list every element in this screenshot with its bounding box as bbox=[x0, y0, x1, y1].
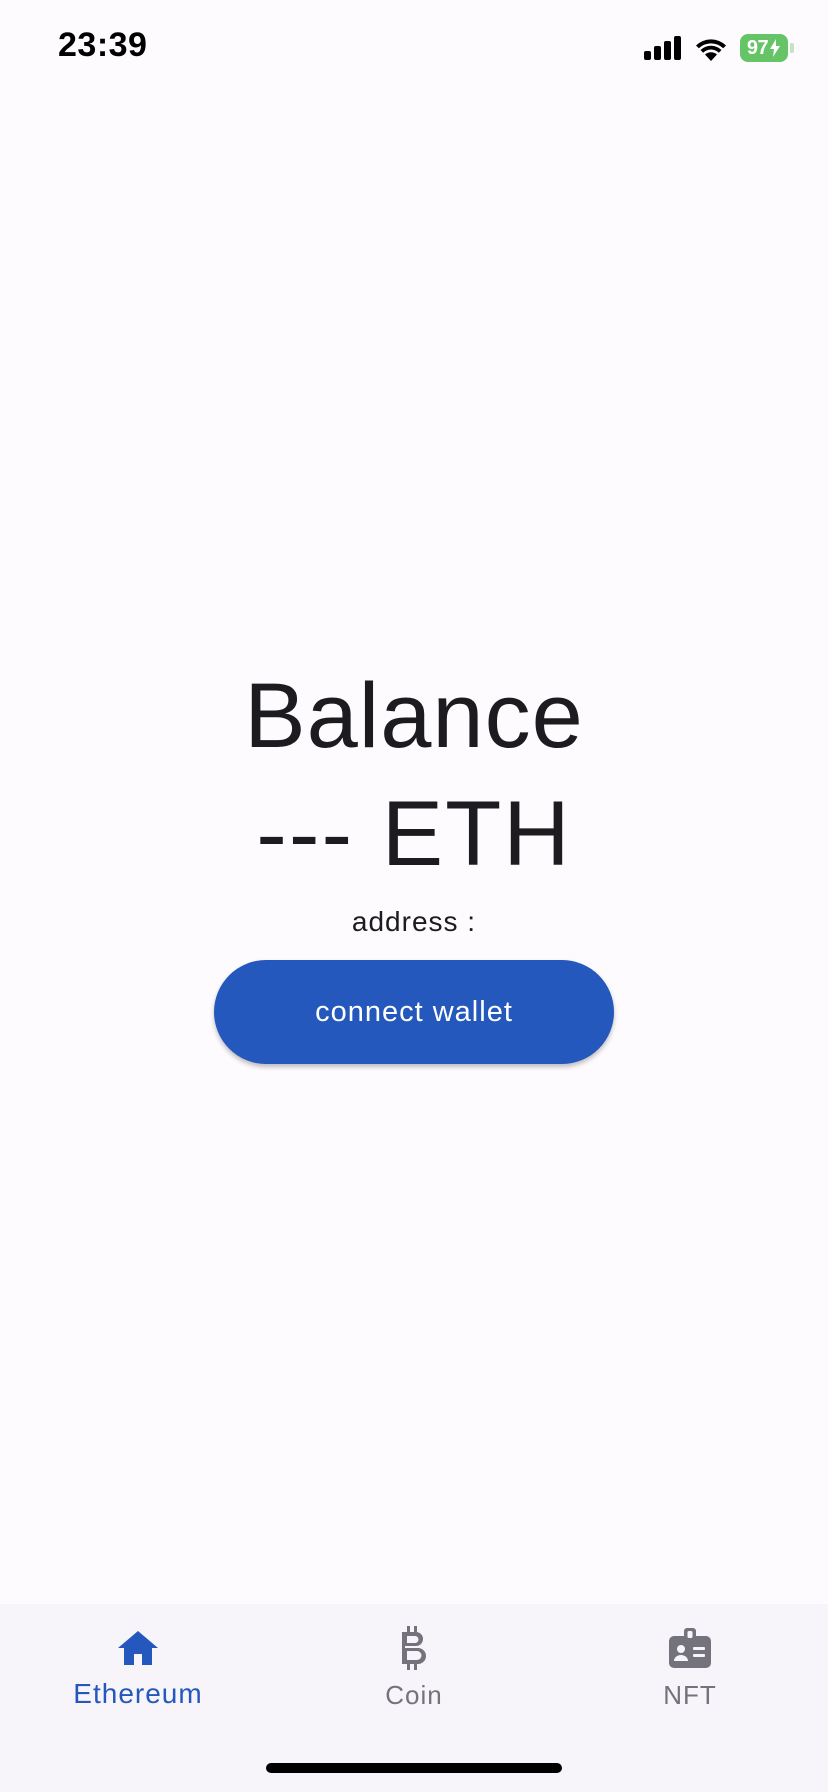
connect-wallet-button[interactable]: connect wallet bbox=[214, 960, 614, 1064]
balance-value: --- ETH bbox=[256, 783, 572, 885]
battery-cap bbox=[790, 43, 794, 53]
address-label: address : bbox=[351, 906, 477, 937]
nav-label-coin: Coin bbox=[385, 1680, 443, 1710]
home-indicator[interactable] bbox=[266, 1763, 562, 1773]
home-icon bbox=[114, 1624, 162, 1672]
battery-icon: 97 bbox=[740, 34, 794, 62]
nav-item-ethereum[interactable]: Ethereum bbox=[0, 1624, 276, 1710]
signal-icon bbox=[644, 36, 681, 60]
nav-item-coin[interactable]: Coin bbox=[276, 1624, 552, 1711]
wifi-icon bbox=[696, 39, 726, 61]
nav-item-nft[interactable]: NFT bbox=[552, 1624, 828, 1711]
status-bar: 23:39 97 bbox=[0, 0, 828, 100]
charging-bolt-icon bbox=[770, 39, 781, 57]
balance-section: Balance --- ETH address : connect wallet bbox=[0, 660, 828, 1064]
balance-title: Balance bbox=[244, 665, 584, 767]
badge-icon bbox=[666, 1624, 714, 1672]
battery-body: 97 bbox=[740, 34, 788, 62]
status-time: 23:39 bbox=[58, 26, 148, 64]
battery-level: 97 bbox=[746, 36, 769, 59]
nav-label-ethereum: Ethereum bbox=[73, 1678, 203, 1709]
status-icons: 97 bbox=[644, 34, 794, 62]
nav-label-nft: NFT bbox=[663, 1680, 717, 1710]
bitcoin-icon bbox=[390, 1624, 438, 1672]
app-screen: 23:39 97 Balance --- ETH address: conne… bbox=[0, 0, 828, 1792]
